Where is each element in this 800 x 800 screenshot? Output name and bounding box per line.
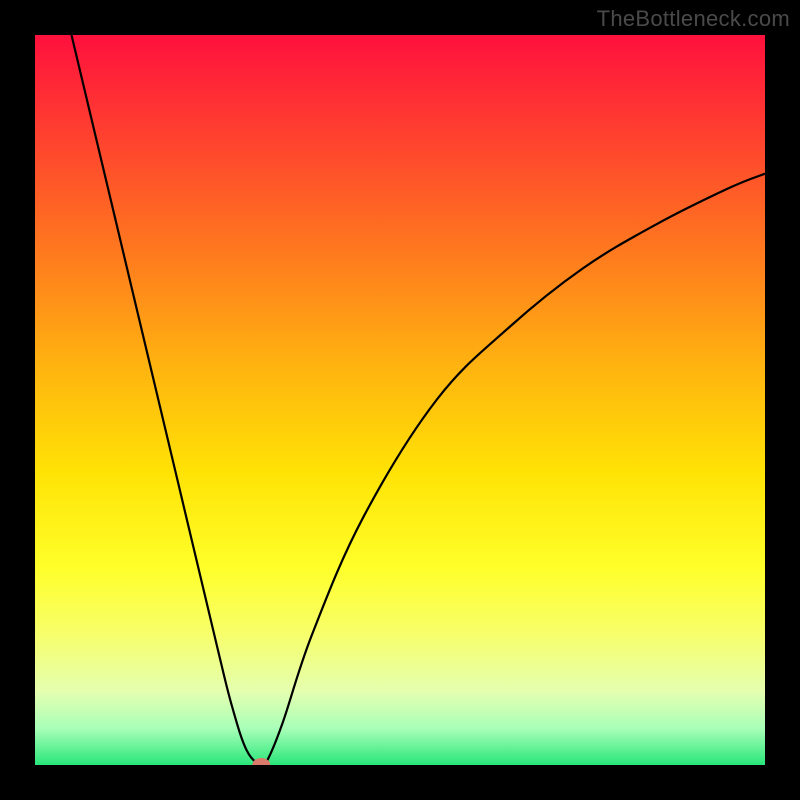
plot-area	[35, 35, 765, 765]
curve-path	[72, 35, 766, 765]
chart-frame: TheBottleneck.com	[0, 0, 800, 800]
watermark-label: TheBottleneck.com	[597, 6, 790, 32]
bottleneck-curve	[35, 35, 765, 765]
